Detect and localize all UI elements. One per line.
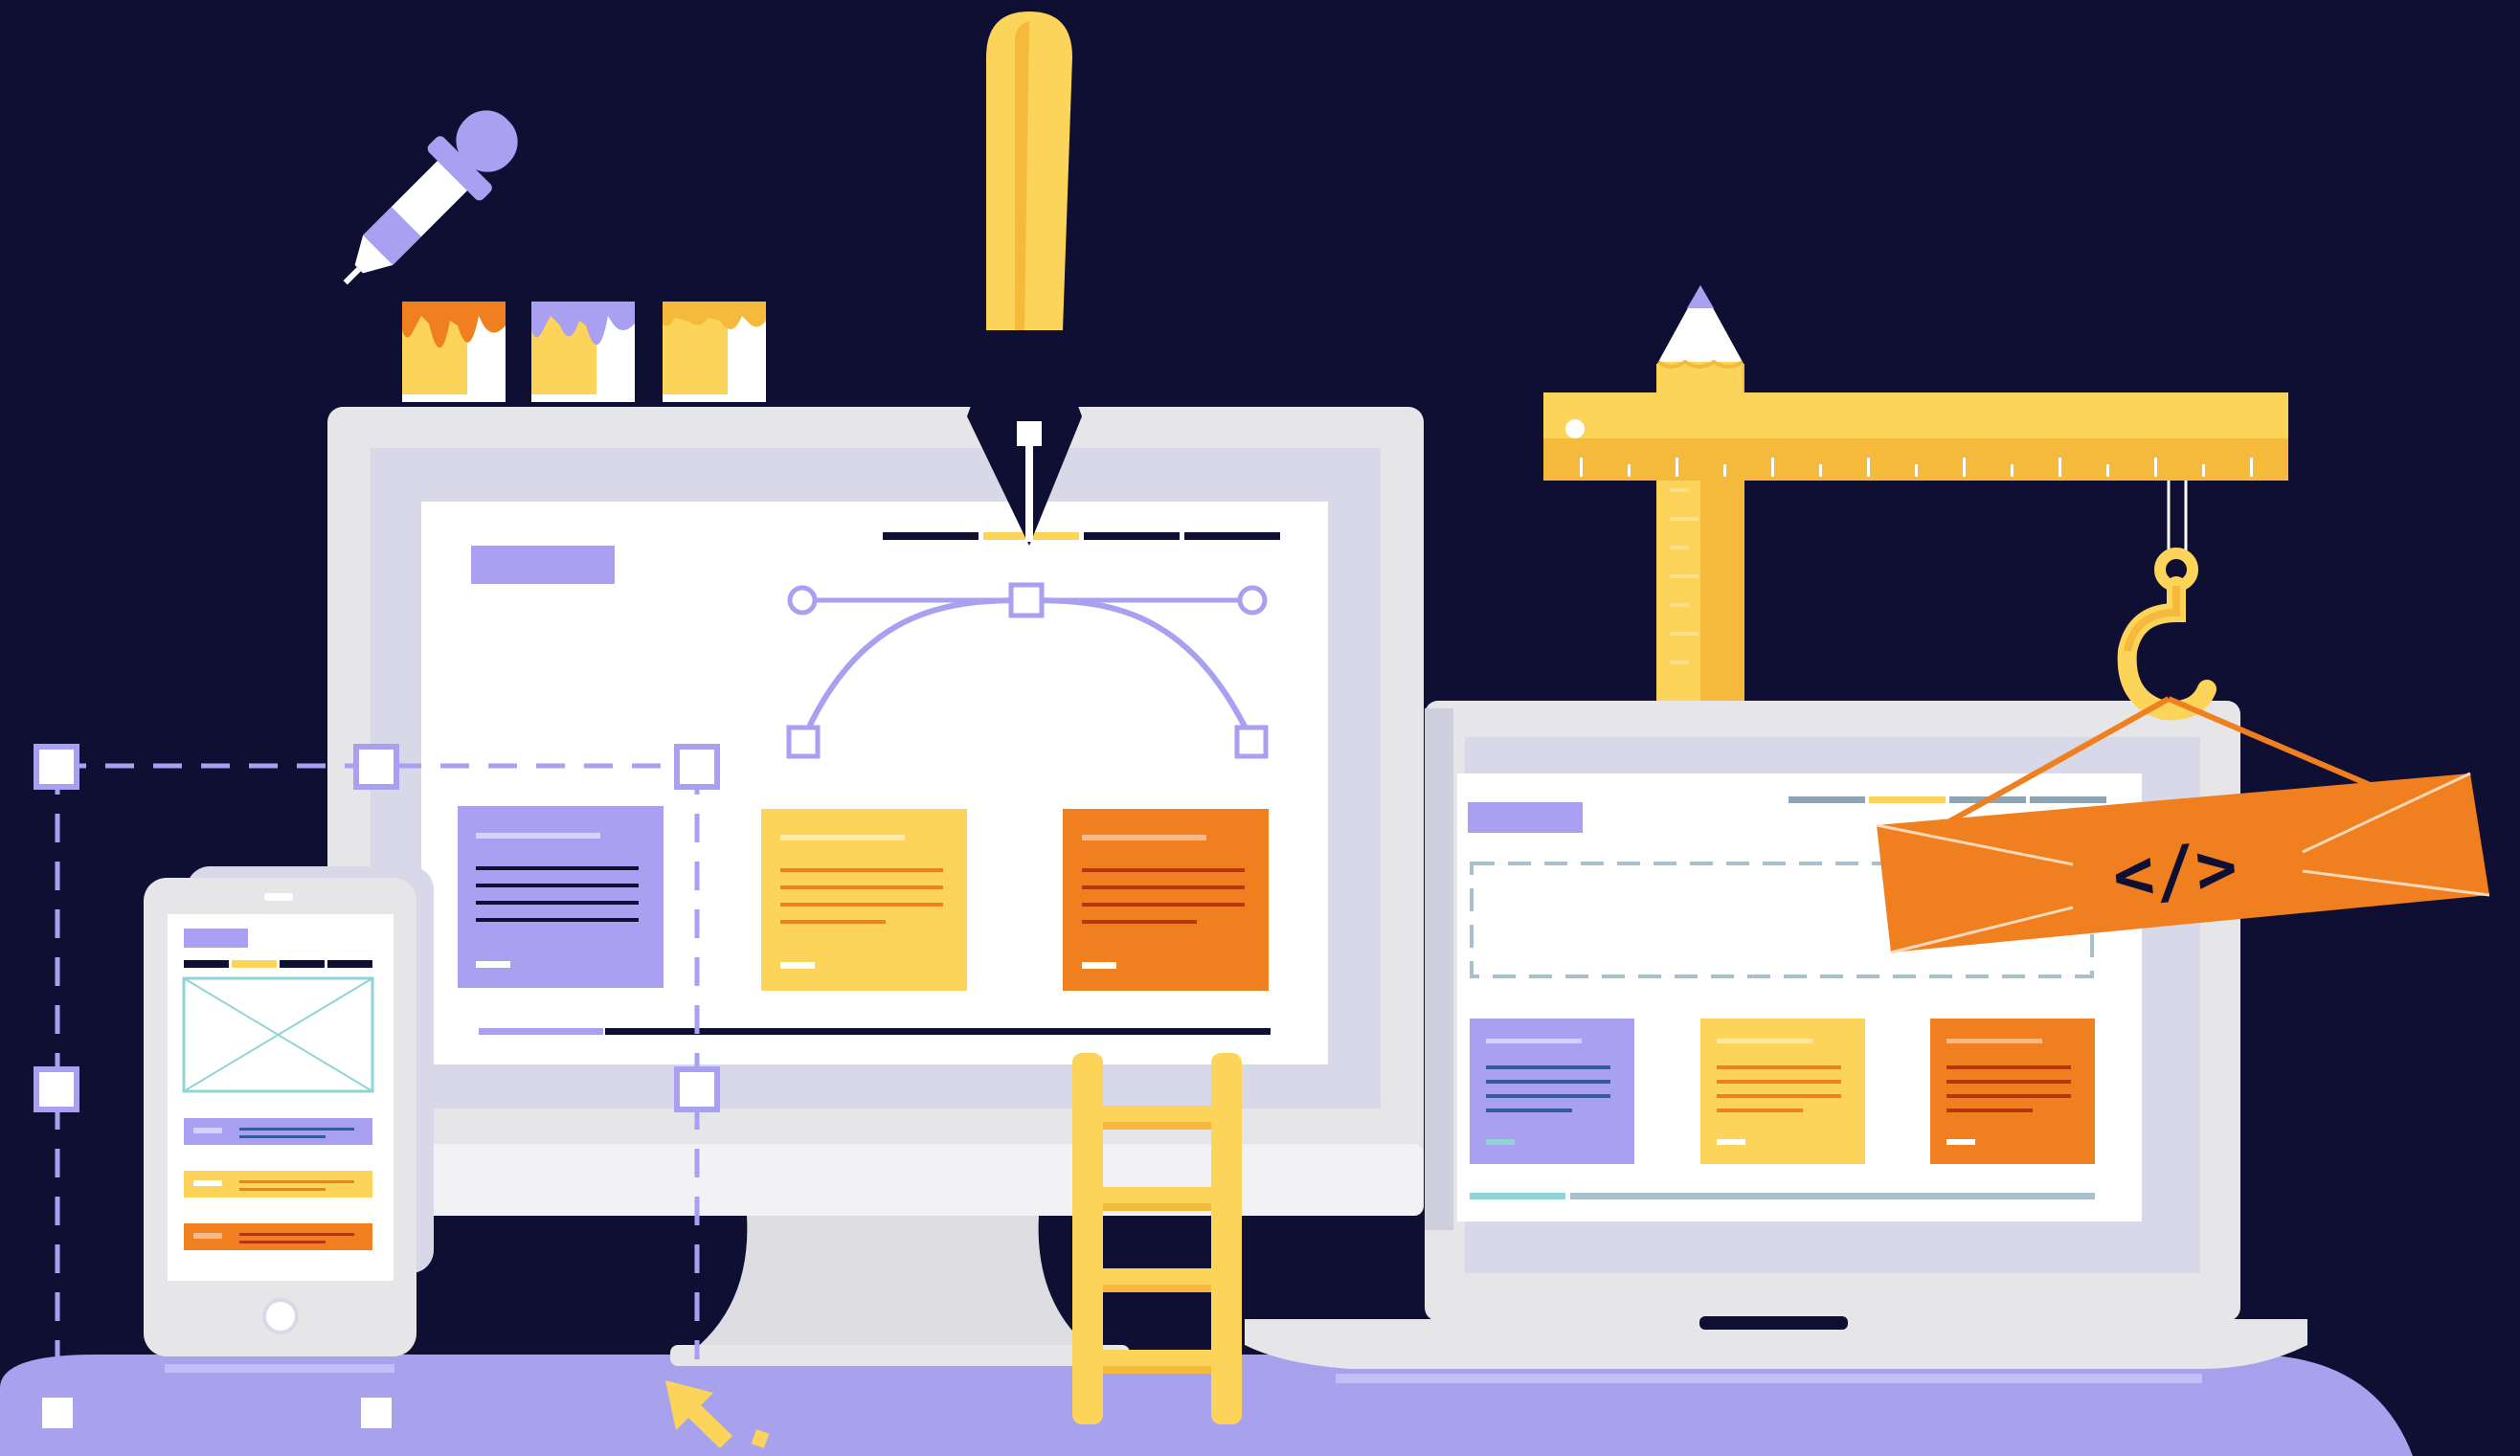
monitor-card-purple bbox=[458, 806, 664, 988]
laptop-nav-item bbox=[2030, 796, 2106, 803]
selection-handle bbox=[42, 1398, 73, 1428]
monitor-logo-block bbox=[471, 546, 615, 584]
monitor-chin bbox=[327, 1144, 1424, 1216]
smartphone bbox=[144, 866, 434, 1373]
web-design-illustration: </> bbox=[0, 0, 2520, 1456]
bezier-anchor bbox=[786, 725, 821, 759]
laptop-card-yellow bbox=[1700, 1019, 1865, 1164]
laptop-nav-item bbox=[1789, 796, 1865, 803]
monitor-nav-item bbox=[1184, 532, 1280, 540]
bezier-handle bbox=[787, 585, 818, 616]
monitor-footer-bar-accent bbox=[479, 1028, 603, 1035]
phone-home-button bbox=[262, 1298, 299, 1334]
paint-bucket-purple bbox=[531, 302, 635, 402]
code-sign-text: </> bbox=[2109, 826, 2240, 917]
laptop-notch bbox=[1699, 1316, 1848, 1330]
monitor-card-yellow bbox=[761, 809, 967, 991]
laptop-card-purple bbox=[1470, 1019, 1634, 1164]
selection-handle bbox=[361, 1398, 392, 1428]
monitor-stand bbox=[694, 1216, 1091, 1350]
selection-handle bbox=[674, 1066, 720, 1112]
laptop-card-orange bbox=[1930, 1019, 2095, 1164]
paint-bucket-yellow bbox=[663, 302, 766, 402]
selection-handle bbox=[34, 744, 79, 790]
monitor-stand-base bbox=[670, 1345, 1130, 1366]
selection-handle bbox=[353, 744, 399, 790]
pen-nib-hole bbox=[1017, 421, 1042, 446]
monitor-nav-item bbox=[883, 532, 979, 540]
phone-speaker bbox=[264, 893, 293, 901]
laptop-footer-bar bbox=[1570, 1193, 2095, 1199]
bezier-anchor bbox=[1234, 725, 1269, 759]
bezier-anchor bbox=[1008, 582, 1045, 618]
selection-handle bbox=[674, 744, 720, 790]
laptop-nav-item-active bbox=[1869, 796, 1946, 803]
monitor-footer-bar bbox=[605, 1028, 1271, 1035]
monitor-nav-item bbox=[1084, 532, 1180, 540]
monitor-card-orange bbox=[1063, 809, 1269, 991]
laptop-logo-block bbox=[1468, 802, 1583, 833]
selection-handle bbox=[34, 1066, 79, 1112]
laptop-footer-bar-accent bbox=[1470, 1193, 1565, 1199]
bezier-handle bbox=[1237, 585, 1268, 616]
paint-bucket-orange bbox=[402, 302, 506, 402]
